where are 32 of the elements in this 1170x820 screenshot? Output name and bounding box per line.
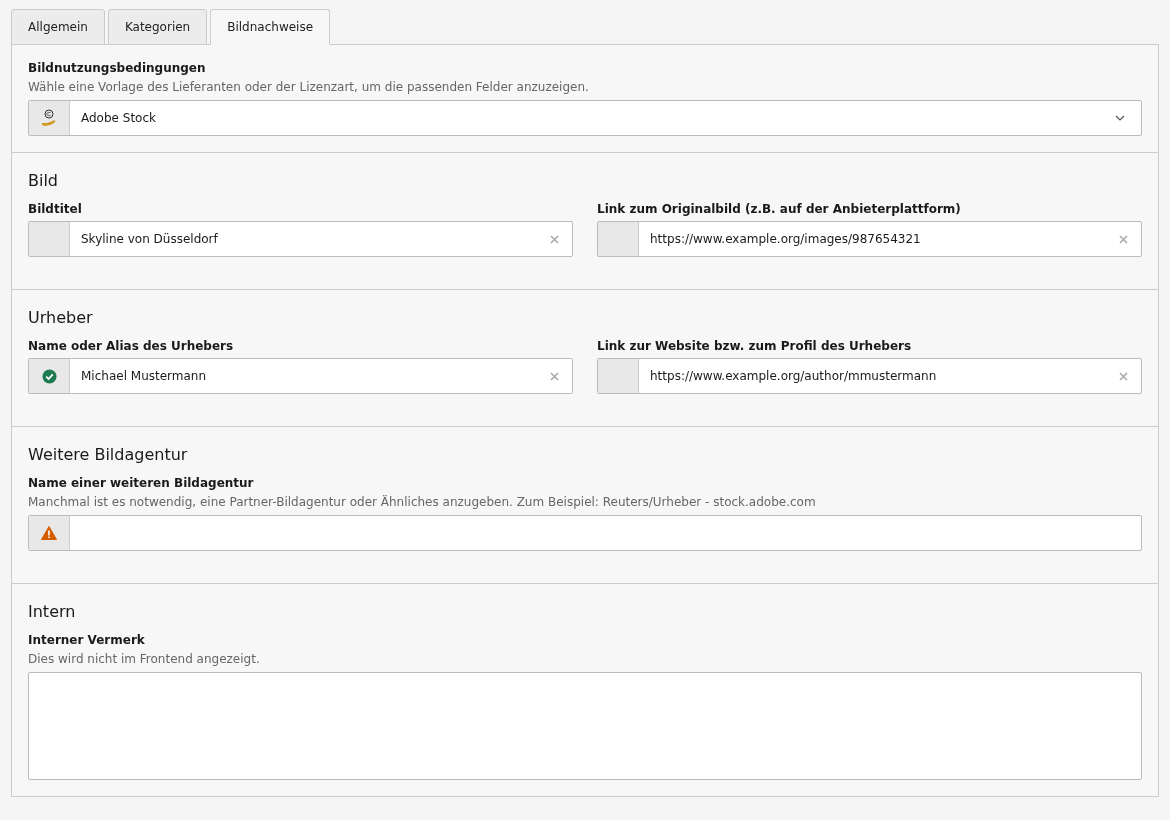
field-label: Bildnutzungsbedingungen	[28, 61, 207, 75]
field-label: Bildtitel	[28, 202, 83, 216]
check-circle-icon	[41, 368, 57, 384]
input-field[interactable]: Skyline von Düsseldorf	[28, 221, 573, 257]
field-description: Dies wird nicht im Frontend angezeigt.	[28, 652, 261, 666]
clear-icon[interactable]	[550, 371, 562, 381]
select-field[interactable]: Adobe Stock	[28, 100, 1142, 136]
field-label: Name oder Alias des Urhebers	[28, 339, 235, 353]
input-field[interactable]: https://www.example.org/author/mmustermann	[597, 358, 1142, 394]
input-field[interactable]: https://www.example.org/images/987654321	[597, 221, 1142, 257]
tab[interactable]: Bildnachweise	[210, 9, 331, 45]
coin-hand-icon	[41, 109, 57, 127]
field-description: Manchmal ist es notwendig, eine Partner-Bildagentur oder Ähnliches anzugeben. Zum Beispiel: Reuters/Urheber - stock.adobe.com	[28, 495, 817, 509]
field-label: Name einer weiteren Bildagentur	[28, 476, 255, 490]
clear-icon[interactable]	[1119, 234, 1131, 244]
input-field[interactable]: Michael Mustermann	[28, 358, 573, 394]
section-heading: Bild	[28, 171, 60, 190]
field-description: Wähle eine Vorlage des Lieferanten oder der Lizenzart, um die passenden Felder anzuzeigen.	[28, 80, 590, 94]
tab[interactable]: Allgemein	[11, 9, 105, 45]
section-heading: Weitere Bildagentur	[28, 445, 189, 464]
chevron-down-icon	[1115, 115, 1125, 121]
input-field[interactable]	[28, 515, 1142, 551]
field-label: Interner Vermerk	[28, 633, 146, 647]
warning-icon	[41, 526, 57, 540]
clear-icon[interactable]	[550, 234, 562, 244]
section-heading: Urheber	[28, 308, 94, 327]
field-label: Link zum Originalbild (z.B. auf der Anbieterplattform)	[597, 202, 962, 216]
section-heading: Intern	[28, 602, 77, 621]
textarea-field[interactable]	[28, 672, 1142, 780]
clear-icon[interactable]	[1119, 371, 1131, 381]
tab[interactable]: Kategorien	[107, 9, 208, 45]
field-label: Link zur Website bzw. zum Profil des Urhebers	[597, 339, 913, 353]
